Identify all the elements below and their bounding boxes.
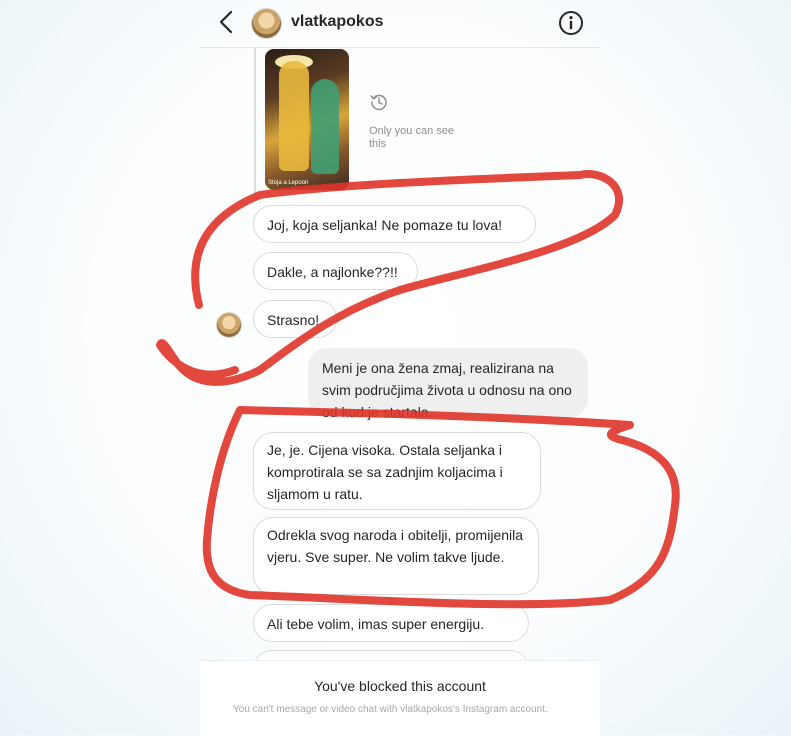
message-bubble-received[interactable]: Strasno! [253, 300, 337, 338]
message-bubble-sent[interactable]: Meni je ona žena zmaj, realizirana na sv… [308, 348, 588, 420]
message-bubble-received[interactable]: Je, je. Cijena visoka. Ostala seljanka i… [253, 432, 541, 510]
conversation-username[interactable]: vlatkapokos [291, 13, 383, 31]
avatar[interactable] [216, 312, 242, 338]
message-bubble-received[interactable]: Joj, koja seljanka! Ne pomaze tu lova! [253, 205, 536, 243]
private-reply-notice: Only you can see this [369, 125, 454, 150]
story-thumbnail[interactable]: Stoja a Lepoon [265, 49, 349, 190]
message-bubble-received[interactable]: Dakle, a najlonke??!! [253, 252, 418, 290]
avatar[interactable] [251, 8, 282, 39]
history-icon [370, 94, 387, 111]
chevron-left-icon[interactable] [214, 8, 240, 36]
blocked-account-footer: You've blocked this account You can't me… [200, 660, 600, 736]
reply-thread-line [254, 48, 256, 194]
blocked-subtitle: You can't message or video chat with vla… [233, 704, 548, 715]
message-bubble-received[interactable]: Ali tebe volim, imas super energiju. [253, 604, 529, 642]
conversation-header: vlatkapokos [0, 0, 791, 48]
blocked-title: You've blocked this account [314, 678, 486, 694]
story-caption: Stoja a Lepoon [268, 180, 309, 186]
message-bubble-received[interactable]: Odrekla svog naroda i obitelji, promijen… [253, 517, 539, 595]
info-circle-icon[interactable] [558, 10, 584, 36]
header-divider [200, 47, 600, 48]
